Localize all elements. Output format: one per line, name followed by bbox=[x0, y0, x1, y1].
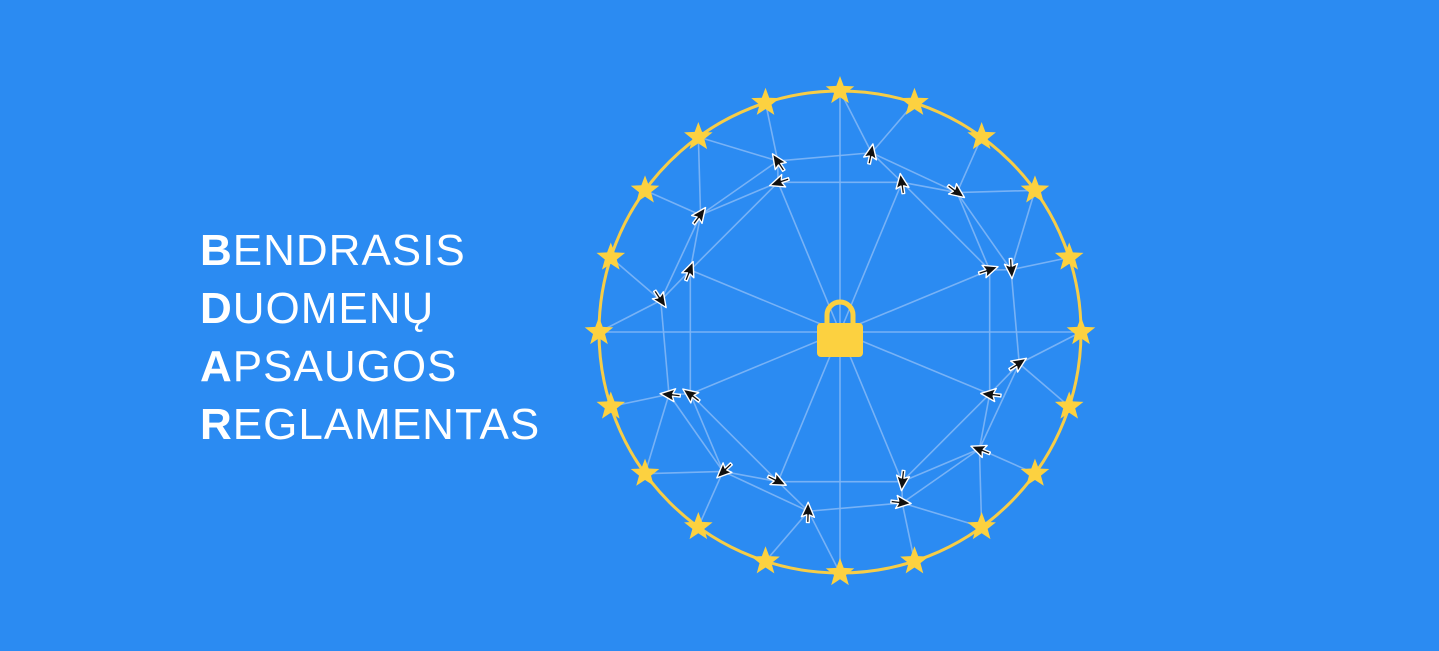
network-line bbox=[645, 470, 724, 475]
network-line bbox=[610, 256, 662, 302]
gdpr-title: BENDRASIS DUOMENŲ APSAUGOS REGLAMENTAS bbox=[200, 222, 540, 454]
network-line bbox=[808, 502, 903, 513]
mouse-cursor-icon bbox=[659, 388, 682, 403]
network-line bbox=[901, 181, 991, 271]
network-line bbox=[1010, 269, 1021, 364]
network-line bbox=[698, 136, 778, 162]
title-initial: B bbox=[200, 226, 233, 275]
network-line bbox=[689, 393, 779, 483]
mouse-cursor-icon bbox=[970, 444, 992, 459]
mouse-cursor-icon bbox=[771, 153, 787, 173]
network-line bbox=[644, 189, 701, 216]
title-line-4: REGLAMENTAS bbox=[200, 396, 540, 454]
title-line-2: DUOMENŲ bbox=[200, 280, 540, 338]
mouse-cursor-icon bbox=[766, 472, 787, 486]
network-line bbox=[660, 214, 702, 301]
mouse-cursor-icon bbox=[682, 388, 701, 404]
network-line bbox=[689, 181, 779, 271]
network-line bbox=[697, 471, 724, 528]
data-protection-globe-illustration bbox=[584, 76, 1096, 586]
network-line bbox=[777, 481, 809, 512]
network-line bbox=[644, 394, 670, 474]
title-rest: UOMENŲ bbox=[232, 284, 435, 333]
star-icon bbox=[751, 87, 780, 115]
network-line bbox=[777, 151, 872, 162]
network-line bbox=[956, 189, 1035, 194]
padlock-body bbox=[817, 323, 863, 357]
mouse-cursor-icon bbox=[768, 173, 790, 188]
mouse-cursor-icon bbox=[895, 469, 911, 492]
network-line bbox=[978, 363, 1020, 450]
star-icon bbox=[630, 458, 660, 486]
mouse-cursor-icon bbox=[651, 289, 667, 309]
star-icon bbox=[1054, 242, 1084, 270]
title-initial: D bbox=[200, 284, 233, 333]
network-line bbox=[1018, 362, 1070, 408]
star-icon bbox=[1020, 458, 1050, 486]
star-icon bbox=[900, 87, 929, 115]
mouse-cursor-icon bbox=[863, 143, 878, 165]
title-rest: ENDRASIS bbox=[232, 226, 466, 275]
network-line bbox=[1010, 256, 1070, 271]
network-line bbox=[871, 152, 958, 194]
network-line bbox=[697, 137, 702, 216]
title-initial: A bbox=[200, 342, 233, 391]
network-line bbox=[1010, 190, 1036, 270]
title-rest: EGLAMENTAS bbox=[232, 400, 541, 449]
mouse-cursor-icon bbox=[977, 264, 999, 279]
star-icon bbox=[900, 546, 929, 574]
network-line bbox=[764, 510, 810, 562]
title-rest: PSAUGOS bbox=[232, 342, 458, 391]
mouse-cursor-icon bbox=[1008, 357, 1028, 373]
network-line bbox=[807, 510, 841, 574]
title-line-3: APSAUGOS bbox=[200, 338, 540, 396]
network-line bbox=[1018, 331, 1082, 365]
star-icon bbox=[1054, 391, 1084, 419]
network-line bbox=[660, 269, 691, 301]
network-line bbox=[901, 393, 991, 483]
network-line bbox=[659, 300, 670, 395]
star-icon bbox=[825, 558, 855, 586]
star-icon bbox=[596, 391, 626, 419]
title-line-1: BENDRASIS bbox=[200, 222, 540, 280]
title-initial: R bbox=[200, 400, 233, 449]
network-line bbox=[722, 470, 809, 512]
